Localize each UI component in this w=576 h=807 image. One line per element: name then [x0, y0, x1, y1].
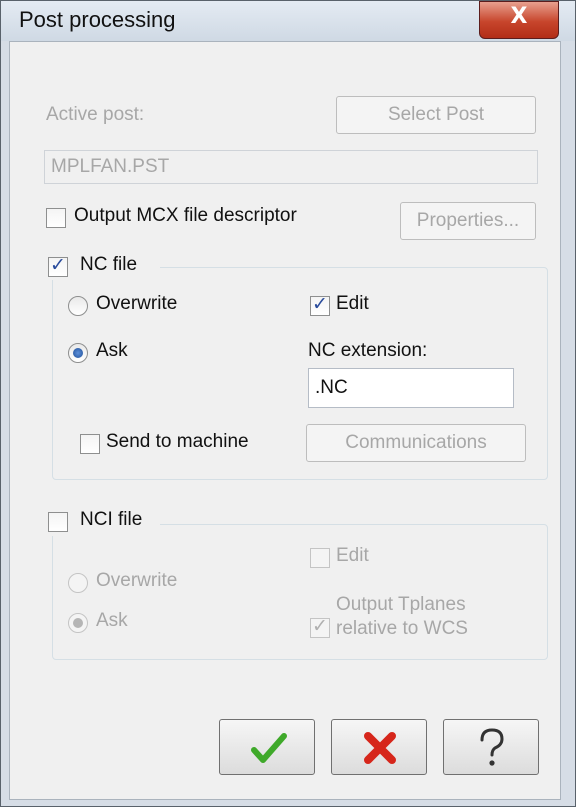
nci-file-label: NCI file [80, 509, 143, 530]
active-post-label: Active post: [46, 104, 145, 125]
nc-ask-radio[interactable] [68, 343, 88, 363]
nci-ask-radio[interactable] [68, 613, 88, 633]
tplanes-checkbox[interactable] [310, 615, 330, 638]
nc-file-checkbox[interactable] [48, 254, 68, 277]
nci-file-group [52, 524, 548, 660]
nci-overwrite-label: Overwrite [96, 570, 178, 591]
tplanes-label-line1: Output Tplanes [336, 594, 466, 615]
tplanes-label-line2: relative to WCS [336, 618, 468, 639]
nc-extension-label: NC extension: [308, 340, 428, 361]
nci-ask-label: Ask [96, 610, 128, 631]
properties-button[interactable]: Properties... [400, 202, 536, 240]
communications-button[interactable]: Communications [306, 424, 526, 462]
post-processing-dialog: Post processing X Active post: Select Po… [0, 0, 576, 807]
active-post-field[interactable]: MPLFAN.PST [44, 150, 538, 184]
nc-overwrite-label: Overwrite [96, 293, 178, 314]
x-icon [364, 732, 396, 764]
title-bar: Post processing X [1, 1, 575, 41]
nci-file-checkbox[interactable] [48, 512, 68, 532]
send-to-machine-label: Send to machine [106, 431, 249, 452]
nc-ask-label: Ask [96, 340, 128, 361]
close-button[interactable]: X [479, 1, 559, 39]
nci-edit-label: Edit [336, 545, 369, 566]
output-mcx-checkbox[interactable] [46, 208, 66, 228]
nc-overwrite-radio[interactable] [68, 296, 88, 316]
dialog-body: Active post: Select Post MPLFAN.PST Outp… [9, 41, 561, 800]
nci-overwrite-radio[interactable] [68, 573, 88, 593]
check-icon [251, 733, 287, 763]
output-mcx-label: Output MCX file descriptor [74, 205, 297, 226]
dialog-title: Post processing [19, 7, 176, 32]
select-post-button[interactable]: Select Post [336, 96, 536, 134]
help-button[interactable] [443, 719, 539, 775]
cancel-button[interactable] [331, 719, 427, 775]
close-icon: X [510, 4, 528, 29]
nc-edit-label: Edit [336, 293, 369, 314]
nc-edit-checkbox[interactable] [310, 293, 330, 316]
nc-file-label: NC file [80, 254, 138, 275]
nc-extension-field[interactable]: .NC [308, 368, 514, 408]
ok-button[interactable] [219, 719, 315, 775]
send-to-machine-checkbox[interactable] [80, 434, 100, 454]
question-icon [480, 728, 504, 766]
nci-edit-checkbox[interactable] [310, 548, 330, 568]
